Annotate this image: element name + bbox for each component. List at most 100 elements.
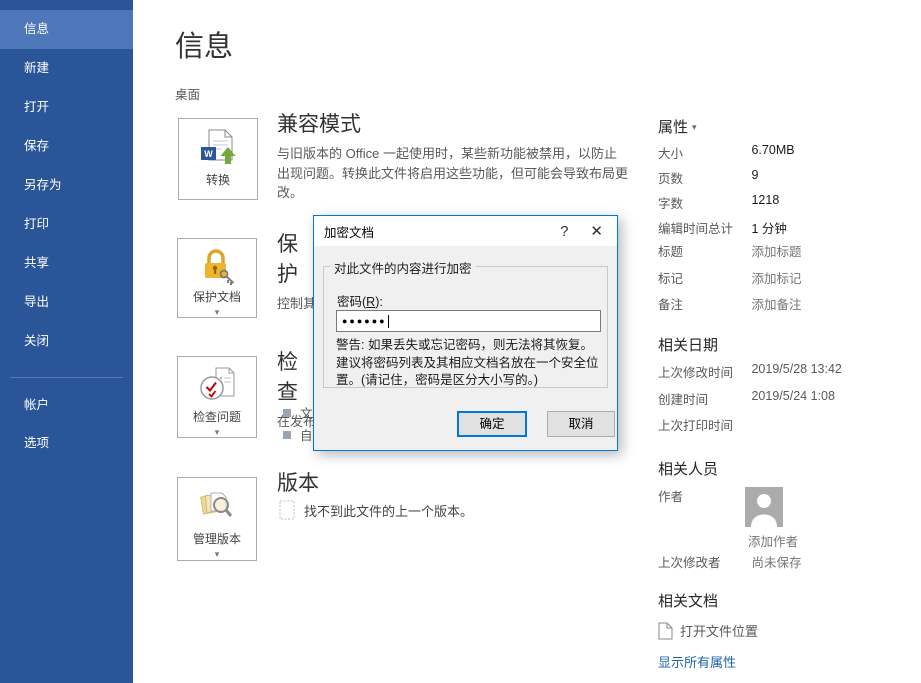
property-value: 1 分钟 bbox=[751, 222, 786, 236]
property-label: 编辑时间总计 bbox=[658, 218, 748, 237]
protect-document-button[interactable]: 保护文档 ▾ bbox=[177, 238, 257, 318]
show-all-properties-link[interactable]: 显示所有属性 bbox=[658, 652, 920, 671]
sidebar-item-close[interactable]: 关闭 bbox=[0, 322, 133, 361]
modifier-label: 上次修改者 bbox=[658, 552, 748, 571]
sidebar-item-open[interactable]: 打开 bbox=[0, 88, 133, 127]
related-dates-header: 相关日期 bbox=[658, 334, 718, 355]
protect-desc: 控制其 bbox=[277, 294, 317, 314]
sidebar-item-saveas[interactable]: 另存为 bbox=[0, 166, 133, 205]
protect-section: 保护 控制其 bbox=[277, 228, 317, 314]
property-label: 页数 bbox=[658, 168, 748, 187]
convert-button-label: 转换 bbox=[206, 171, 230, 188]
password-warning-text: 警告: 如果丢失或忘记密码，则无法将其恢复。建议将密码列表及其相应文档名放在一个… bbox=[336, 337, 602, 390]
chevron-down-icon: ▾ bbox=[215, 549, 220, 559]
inspect-bullet-1-text: 文 bbox=[300, 403, 313, 422]
backstage-sidebar: 信息 新建 打开 保存 另存为 打印 共享 导出 关闭 帐户 选项 bbox=[0, 0, 133, 683]
add-comments-field[interactable]: 添加备注 bbox=[751, 298, 801, 312]
help-icon[interactable]: ? bbox=[548, 223, 580, 240]
add-author-label: 添加作者 bbox=[748, 535, 798, 549]
bullet-square-icon bbox=[283, 409, 291, 417]
check-issues-button[interactable]: 检查问题 ▾ bbox=[177, 356, 257, 438]
property-row-size: 大小 6.70MB bbox=[658, 143, 920, 162]
date-value: 2019/5/28 13:42 bbox=[751, 362, 841, 376]
date-label: 上次修改时间 bbox=[658, 362, 748, 381]
password-masked-value: ●●●●●● bbox=[342, 316, 387, 326]
dashed-page-icon bbox=[279, 500, 296, 520]
last-modified-by-row: 上次修改者 尚未保存 bbox=[658, 552, 920, 571]
property-row-tags: 标记 添加标记 bbox=[658, 268, 920, 287]
password-label-pre: 密码( bbox=[337, 295, 366, 309]
avatar[interactable] bbox=[745, 487, 783, 527]
ok-button[interactable]: 确定 bbox=[457, 411, 527, 437]
svg-text:W: W bbox=[204, 149, 213, 159]
sidebar-divider bbox=[10, 377, 123, 378]
sidebar-item-save[interactable]: 保存 bbox=[0, 127, 133, 166]
document-location: 桌面 bbox=[175, 84, 200, 103]
manage-versions-button[interactable]: 管理版本 ▾ bbox=[177, 477, 257, 561]
sidebar-item-options[interactable]: 选项 bbox=[0, 424, 133, 463]
sidebar-item-info[interactable]: 信息 bbox=[0, 10, 133, 49]
text-caret bbox=[388, 315, 389, 328]
password-label-post: ): bbox=[375, 295, 383, 309]
property-row-title: 标题 添加标题 bbox=[658, 241, 920, 260]
page-title: 信息 bbox=[175, 23, 233, 65]
encrypt-group-box: 对此文件的内容进行加密 密码(R): ●●●●●● 警告: 如果丢失或忘记密码，… bbox=[323, 266, 608, 388]
convert-button[interactable]: W 转换 bbox=[178, 118, 258, 200]
encrypt-document-dialog: 加密文档 ? ✕ 对此文件的内容进行加密 密码(R): ●●●●●● 警告: 如… bbox=[313, 215, 618, 451]
check-issues-label: 检查问题 bbox=[193, 408, 241, 425]
date-row-printed: 上次打印时间 bbox=[658, 415, 920, 434]
inspect-bullet-2-text: 自 bbox=[300, 425, 313, 444]
no-previous-versions: 找不到此文件的上一个版本。 bbox=[279, 500, 473, 520]
convert-document-icon: W bbox=[197, 127, 239, 169]
properties-header[interactable]: 属性▾ bbox=[658, 116, 697, 137]
author-label: 作者 bbox=[658, 486, 748, 505]
date-row-created: 创建时间 2019/5/24 1:08 bbox=[658, 389, 920, 408]
properties-header-label: 属性 bbox=[658, 119, 688, 136]
person-silhouette-icon bbox=[745, 487, 783, 527]
versions-title: 版本 bbox=[277, 467, 319, 497]
related-documents-header: 相关文档 bbox=[658, 590, 718, 611]
author-row: 作者 bbox=[658, 486, 920, 505]
add-title-field[interactable]: 添加标题 bbox=[751, 245, 801, 259]
property-value: 9 bbox=[751, 168, 758, 182]
lock-key-icon bbox=[197, 247, 237, 286]
show-all-properties-label: 显示所有属性 bbox=[658, 655, 736, 670]
versions-magnifier-icon bbox=[197, 486, 237, 528]
date-value: 2019/5/24 1:08 bbox=[751, 389, 834, 403]
cancel-button[interactable]: 取消 bbox=[547, 411, 615, 437]
close-icon[interactable]: ✕ bbox=[580, 222, 617, 240]
compatibility-title: 兼容模式 bbox=[277, 108, 629, 138]
protect-button-label: 保护文档 bbox=[193, 288, 241, 305]
add-tags-field[interactable]: 添加标记 bbox=[751, 272, 801, 286]
password-input[interactable]: ●●●●●● bbox=[336, 310, 601, 332]
open-file-location[interactable]: 打开文件位置 bbox=[658, 621, 758, 640]
property-value: 1218 bbox=[751, 193, 779, 207]
dialog-titlebar[interactable]: 加密文档 ? ✕ bbox=[314, 216, 617, 246]
inspect-title: 检查 bbox=[277, 346, 317, 406]
versions-section: 版本 bbox=[277, 467, 319, 497]
sidebar-item-share[interactable]: 共享 bbox=[0, 244, 133, 283]
property-label: 备注 bbox=[658, 294, 748, 313]
manage-versions-label: 管理版本 bbox=[193, 530, 241, 547]
sidebar-item-new[interactable]: 新建 bbox=[0, 49, 133, 88]
property-value: 6.70MB bbox=[751, 143, 794, 157]
date-label: 创建时间 bbox=[658, 389, 748, 408]
modifier-value: 尚未保存 bbox=[751, 556, 801, 570]
compatibility-section: 兼容模式 与旧版本的 Office 一起使用时，某些新功能被禁用，以防止出现问题… bbox=[277, 108, 629, 203]
add-author[interactable]: 添加作者 bbox=[748, 531, 921, 550]
date-row-modified: 上次修改时间 2019/5/28 13:42 bbox=[658, 362, 920, 381]
related-people-header: 相关人员 bbox=[658, 458, 718, 479]
property-label: 字数 bbox=[658, 193, 748, 212]
protect-title: 保护 bbox=[277, 228, 317, 288]
open-file-location-label: 打开文件位置 bbox=[680, 621, 758, 640]
sidebar-item-account[interactable]: 帐户 bbox=[0, 386, 133, 425]
date-label: 上次打印时间 bbox=[658, 415, 748, 434]
sidebar-item-export[interactable]: 导出 bbox=[0, 283, 133, 322]
group-box-label: 对此文件的内容进行加密 bbox=[330, 258, 476, 277]
page-icon bbox=[658, 622, 673, 640]
property-row-comments: 备注 添加备注 bbox=[658, 294, 920, 313]
password-accesskey: R bbox=[366, 295, 375, 309]
chevron-down-icon: ▾ bbox=[215, 427, 220, 437]
sidebar-item-print[interactable]: 打印 bbox=[0, 205, 133, 244]
property-label: 标记 bbox=[658, 268, 748, 287]
